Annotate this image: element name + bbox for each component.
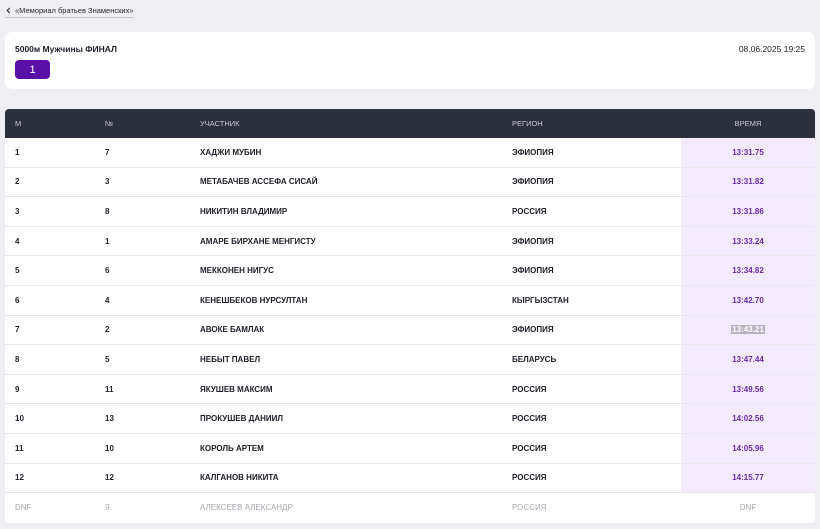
table-row[interactable]: 11 10 КОРОЛЬ АРТЕМ РОССИЯ 14:05.96 xyxy=(5,433,815,464)
cell-time: 13:49.56 xyxy=(681,374,815,404)
cell-participant: ПРОКУШЕВ ДАНИИЛ xyxy=(200,414,284,424)
cell-number: 1 xyxy=(105,236,110,246)
cell-participant: НИКИТИН ВЛАДИМИР xyxy=(200,206,288,216)
cell-place: 6 xyxy=(15,295,20,305)
cell-number: 13 xyxy=(105,414,114,424)
cell-region: РОССИЯ xyxy=(512,384,547,394)
cell-place: 10 xyxy=(15,414,24,424)
cell-region: ЭФИОПИЯ xyxy=(512,236,554,246)
cell-region: ЭФИОПИЯ xyxy=(512,325,554,335)
cell-time: 14:05.96 xyxy=(681,433,815,463)
cell-time: 14:15.77 xyxy=(681,463,815,493)
column-header-place: М xyxy=(15,119,22,128)
cell-place: 12 xyxy=(15,473,24,483)
cell-participant: КОРОЛЬ АРТЕМ xyxy=(200,443,264,453)
column-header-time: ВРЕМЯ xyxy=(681,109,815,138)
cell-participant: ХАДЖИ МУБИН xyxy=(200,147,262,157)
event-datetime: 08.06.2025 19:25 xyxy=(738,44,805,54)
cell-region: РОССИЯ xyxy=(512,503,547,513)
cell-participant: АЛЕКСЕЕВ АЛЕКСАНДР xyxy=(200,503,293,513)
cell-time: 13:33.24 xyxy=(681,226,815,256)
cell-time: 13:34.82 xyxy=(681,256,815,285)
column-header-region: РЕГИОН xyxy=(512,119,543,128)
results-table: М № УЧАСТНИК РЕГИОН ВРЕМЯ 1 7 ХАДЖИ МУБИН Э… xyxy=(5,109,815,523)
cell-place: 3 xyxy=(15,206,20,216)
table-header: М № УЧАСТНИК РЕГИОН ВРЕМЯ xyxy=(5,109,815,138)
cell-region: РОССИЯ xyxy=(512,443,547,453)
cell-place: 7 xyxy=(15,325,20,335)
cell-participant: АВОКЕ БАМЛАК xyxy=(200,325,265,335)
cell-time: DNF xyxy=(681,493,815,523)
cell-region: РОССИЯ xyxy=(512,414,547,424)
cell-region: ЭФИОПИЯ xyxy=(512,266,554,276)
event-title: 5000м Мужчины ФИНАЛ xyxy=(15,44,117,54)
back-link-label: «Мемориал братьев Знаменских» xyxy=(15,6,134,15)
cell-number: 6 xyxy=(105,266,110,276)
column-header-number: № xyxy=(105,119,114,128)
cell-region: РОССИЯ xyxy=(512,206,547,216)
cell-time: 13:31.86 xyxy=(681,197,815,226)
table-row[interactable]: 9 11 ЯКУШЕВ МАКСИМ РОССИЯ 13:49.56 xyxy=(5,374,815,405)
table-row[interactable]: 1 7 ХАДЖИ МУБИН ЭФИОПИЯ 13:31.75 xyxy=(5,138,815,168)
cell-time: 13:42.70 xyxy=(681,285,815,315)
cell-number: 3 xyxy=(105,177,110,187)
cell-participant: НЕБЫТ ПАВЕЛ xyxy=(200,354,261,364)
cell-number: 11 xyxy=(105,384,114,394)
cell-time: 14:02.56 xyxy=(681,404,815,433)
table-row[interactable]: DNF 9 АЛЕКСЕЕВ АЛЕКСАНДР РОССИЯ DNF xyxy=(5,493,815,523)
cell-region: ЭФИОПИЯ xyxy=(512,177,554,187)
back-link[interactable]: «Мемориал братьев Знаменских» xyxy=(5,6,134,18)
table-row[interactable]: 3 8 НИКИТИН ВЛАДИМИР РОССИЯ 13:31.86 xyxy=(5,197,815,227)
cell-place: 4 xyxy=(15,236,20,246)
table-row[interactable]: 12 12 КАЛГАНОВ НИКИТА РОССИЯ 14:15.77 xyxy=(5,463,815,494)
cell-time: 13:31.82 xyxy=(681,167,815,197)
cell-number: 12 xyxy=(105,473,114,483)
cell-number: 8 xyxy=(105,206,110,216)
column-header-participant: УЧАСТНИК xyxy=(200,119,240,128)
cell-place: 9 xyxy=(15,384,20,394)
table-row[interactable]: 8 5 НЕБЫТ ПАВЕЛ БЕЛАРУСЬ 13:47.44 xyxy=(5,345,815,375)
heat-tab[interactable]: 1 xyxy=(15,60,50,79)
cell-participant: МЕТАБАЧЕВ АССЕФА СИСАЙ xyxy=(200,177,318,187)
cell-participant: КАЛГАНОВ НИКИТА xyxy=(200,473,279,483)
cell-place: 8 xyxy=(15,354,20,364)
cell-place: 11 xyxy=(15,443,24,453)
event-card: 5000м Мужчины ФИНАЛ 08.06.2025 19:25 1 xyxy=(5,32,815,89)
cell-participant: ЯКУШЕВ МАКСИМ xyxy=(200,384,273,394)
cell-number: 4 xyxy=(105,295,110,305)
table-row[interactable]: 7 2 АВОКЕ БАМЛАК ЭФИОПИЯ 13:43.21 xyxy=(5,315,815,346)
table-row[interactable]: 2 3 МЕТАБАЧЕВ АССЕФА СИСАЙ ЭФИОПИЯ 13:31.82 xyxy=(5,167,815,198)
cell-number: 9 xyxy=(105,503,110,513)
table-row[interactable]: 4 1 АМАРЕ БИРХАНЕ МЕНГИСТУ ЭФИОПИЯ 13:33.24 xyxy=(5,226,815,257)
cell-number: 2 xyxy=(105,325,110,335)
table-row[interactable]: 6 4 КЕНЕШБЕКОВ НУРСУЛТАН КЫРГЫЗСТАН 13:42.70 xyxy=(5,285,815,316)
cell-place: 1 xyxy=(15,147,20,157)
cell-participant: МЕККОНЕН НИГУС xyxy=(200,266,274,276)
table-row[interactable]: 5 6 МЕККОНЕН НИГУС ЭФИОПИЯ 13:34.82 xyxy=(5,256,815,286)
table-row[interactable]: 10 13 ПРОКУШЕВ ДАНИИЛ РОССИЯ 14:02.56 xyxy=(5,404,815,434)
cell-participant: КЕНЕШБЕКОВ НУРСУЛТАН xyxy=(200,295,308,305)
cell-region: ЭФИОПИЯ xyxy=(512,147,554,157)
chevron-left-icon xyxy=(6,7,11,14)
cell-time: 13:31.75 xyxy=(681,138,815,167)
cell-region: РОССИЯ xyxy=(512,473,547,483)
cell-number: 10 xyxy=(105,443,114,453)
cell-number: 5 xyxy=(105,354,110,364)
cell-region: БЕЛАРУСЬ xyxy=(512,354,557,364)
cell-place: 2 xyxy=(15,177,20,187)
cell-place: DNF xyxy=(15,503,32,513)
cell-number: 7 xyxy=(105,147,110,157)
cell-participant: АМАРЕ БИРХАНЕ МЕНГИСТУ xyxy=(200,236,316,246)
cell-region: КЫРГЫЗСТАН xyxy=(512,295,569,305)
selected-text: 13:43.21 xyxy=(731,325,765,335)
cell-time: 13:43.21 xyxy=(681,315,815,345)
cell-time: 13:47.44 xyxy=(681,345,815,374)
cell-place: 5 xyxy=(15,266,20,276)
